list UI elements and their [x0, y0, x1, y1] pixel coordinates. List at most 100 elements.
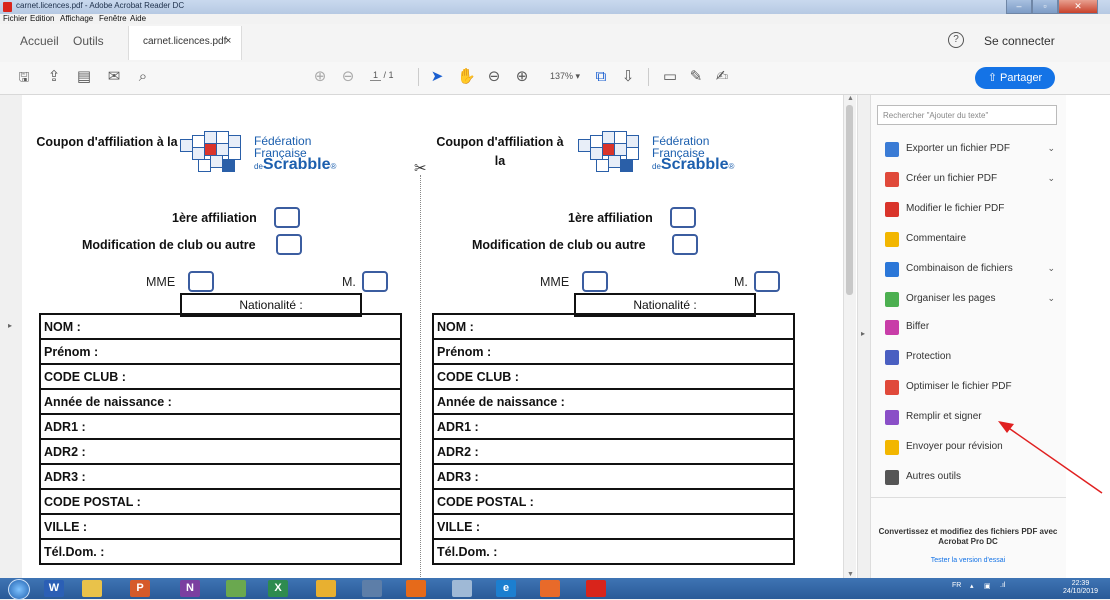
menu-aide[interactable]: Aide	[130, 14, 146, 23]
close-window-button[interactable]: ✕	[1058, 0, 1098, 14]
page-up-icon[interactable]: ⊕	[312, 67, 328, 87]
field-nom[interactable]: NOM :	[39, 313, 402, 340]
field-adr1[interactable]: ADR1 :	[39, 413, 402, 440]
m-checkbox-2[interactable]	[754, 271, 780, 292]
tool-item[interactable]: Commentaire	[879, 229, 1061, 251]
save-icon[interactable]: 🖫	[16, 67, 32, 87]
field-adr2-2[interactable]: ADR2 :	[432, 438, 795, 465]
field-code-club[interactable]: CODE CLUB :	[39, 363, 402, 390]
first-affiliation-checkbox-2[interactable]	[670, 207, 696, 228]
help-icon[interactable]: ?	[948, 32, 964, 48]
signal-icon[interactable]: .ıl	[1000, 582, 1005, 589]
tab-outils[interactable]: Outils	[73, 34, 104, 48]
menu-affichage[interactable]: Affichage	[60, 14, 93, 23]
field-ville[interactable]: VILLE :	[39, 513, 402, 540]
chevron-down-icon[interactable]: ⌄	[1047, 263, 1055, 274]
scroll-down-icon[interactable]: ▼	[847, 571, 854, 578]
maximize-button[interactable]: ▫	[1032, 0, 1058, 14]
minimize-button[interactable]: –	[1006, 0, 1032, 14]
tools-pane-toggle[interactable]: ▸	[857, 95, 871, 578]
zoom-out-icon[interactable]: ⊖	[486, 67, 502, 87]
field-nom-2[interactable]: NOM :	[432, 313, 795, 340]
menu-edition[interactable]: Edition	[30, 14, 54, 23]
ie-icon[interactable]: e	[496, 580, 516, 597]
field-code-postal-2[interactable]: CODE POSTAL :	[432, 488, 795, 515]
tool-item[interactable]: Optimiser le fichier PDF	[879, 377, 1061, 399]
first-affiliation-checkbox[interactable]	[274, 207, 300, 228]
zoom-select[interactable]: 137% ▾	[550, 71, 580, 82]
firefox-icon[interactable]	[406, 580, 426, 597]
menu-fichier[interactable]: Fichier	[3, 14, 27, 23]
snipping-icon[interactable]	[316, 580, 336, 597]
zoom-in-icon[interactable]: ⊕	[514, 67, 530, 87]
calculator-icon[interactable]	[362, 580, 382, 597]
field-code-postal[interactable]: CODE POSTAL :	[39, 488, 402, 515]
field-code-club-2[interactable]: CODE CLUB :	[432, 363, 795, 390]
menu-fenetre[interactable]: Fenêtre	[99, 14, 127, 23]
modification-checkbox-2[interactable]	[672, 234, 698, 255]
mail-icon[interactable]	[540, 580, 560, 597]
comment-icon[interactable]: ▭	[662, 67, 678, 87]
page-number-input[interactable]: 1	[370, 70, 382, 81]
page-down-icon[interactable]: ⊖	[340, 67, 356, 87]
pen-icon[interactable]: ✎	[688, 67, 704, 87]
close-tab-icon[interactable]: ×	[225, 35, 231, 47]
start-button[interactable]	[8, 579, 30, 600]
trial-link[interactable]: Tester la version d'essai	[875, 557, 1061, 564]
clock[interactable]: 22:39 24/10/2019	[1063, 580, 1098, 596]
tool-item[interactable]: Remplir et signer	[879, 407, 1061, 429]
sign-icon[interactable]: ✍	[712, 67, 732, 87]
tool-item[interactable]: Autres outils	[879, 467, 1061, 489]
powerpoint-icon[interactable]: P	[130, 580, 150, 597]
share-button[interactable]: ⇧ Partager	[975, 67, 1055, 89]
hand-icon[interactable]: ✋	[457, 67, 476, 87]
network-icon[interactable]: ▣	[984, 582, 991, 590]
document-icon[interactable]	[452, 580, 472, 597]
word-icon[interactable]: W	[44, 580, 64, 597]
scroll-thumb[interactable]	[846, 105, 853, 295]
field-adr3[interactable]: ADR3 :	[39, 463, 402, 490]
fit-page-icon[interactable]: ⧉	[590, 67, 612, 87]
field-ville-2[interactable]: VILLE :	[432, 513, 795, 540]
tab-document[interactable]: carnet.licences.pdf ×	[128, 26, 242, 60]
field-adr2[interactable]: ADR2 :	[39, 438, 402, 465]
field-annee-naissance[interactable]: Année de naissance :	[39, 388, 402, 415]
mme-checkbox-2[interactable]	[582, 271, 608, 292]
field-annee-naissance-2[interactable]: Année de naissance :	[432, 388, 795, 415]
scroll-up-icon[interactable]: ▲	[847, 95, 854, 102]
modification-checkbox[interactable]	[276, 234, 302, 255]
chevron-down-icon[interactable]: ⌄	[1047, 173, 1055, 184]
tool-item[interactable]: Biffer	[879, 317, 1061, 339]
upload-icon[interactable]: ⇪	[46, 67, 62, 87]
tool-item[interactable]: Envoyer pour révision	[879, 437, 1061, 459]
tools-search-input[interactable]: Rechercher "Ajouter du texte"	[877, 105, 1057, 125]
field-tel-dom[interactable]: Tél.Dom. :	[39, 538, 402, 565]
m-checkbox[interactable]	[362, 271, 388, 292]
mme-checkbox[interactable]	[188, 271, 214, 292]
paint-icon[interactable]	[226, 580, 246, 597]
language-indicator[interactable]: FR	[952, 582, 961, 589]
field-prenom[interactable]: Prénom :	[39, 338, 402, 365]
onenote-icon[interactable]: N	[180, 580, 200, 597]
tool-item[interactable]: Organiser les pages ⌄	[879, 289, 1061, 311]
print-icon[interactable]: ▤	[76, 67, 92, 87]
left-panel-toggle[interactable]: ▸	[0, 95, 23, 578]
field-prenom-2[interactable]: Prénom :	[432, 338, 795, 365]
tool-item[interactable]: Combinaison de fichiers ⌄	[879, 259, 1061, 281]
field-adr3-2[interactable]: ADR3 :	[432, 463, 795, 490]
sign-in-link[interactable]: Se connecter	[984, 34, 1055, 48]
tool-item[interactable]: Protection	[879, 347, 1061, 369]
tab-accueil[interactable]: Accueil	[20, 34, 59, 48]
tool-item[interactable]: Exporter un fichier PDF ⌄	[879, 139, 1061, 161]
document-scrollbar[interactable]: ▲ ▼	[843, 95, 856, 578]
select-arrow-icon[interactable]: ➤	[430, 67, 444, 87]
scroll-mode-icon[interactable]: ⇩	[620, 67, 636, 87]
field-adr1-2[interactable]: ADR1 :	[432, 413, 795, 440]
chevron-down-icon[interactable]: ⌄	[1047, 293, 1055, 304]
explorer-icon[interactable]	[82, 580, 102, 597]
tool-item[interactable]: Créer un fichier PDF ⌄	[879, 169, 1061, 191]
tool-item[interactable]: Modifier le fichier PDF	[879, 199, 1061, 221]
acrobat-icon[interactable]	[586, 580, 606, 597]
email-icon[interactable]: ✉	[106, 67, 122, 87]
search-icon[interactable]: ⌕	[134, 67, 152, 87]
